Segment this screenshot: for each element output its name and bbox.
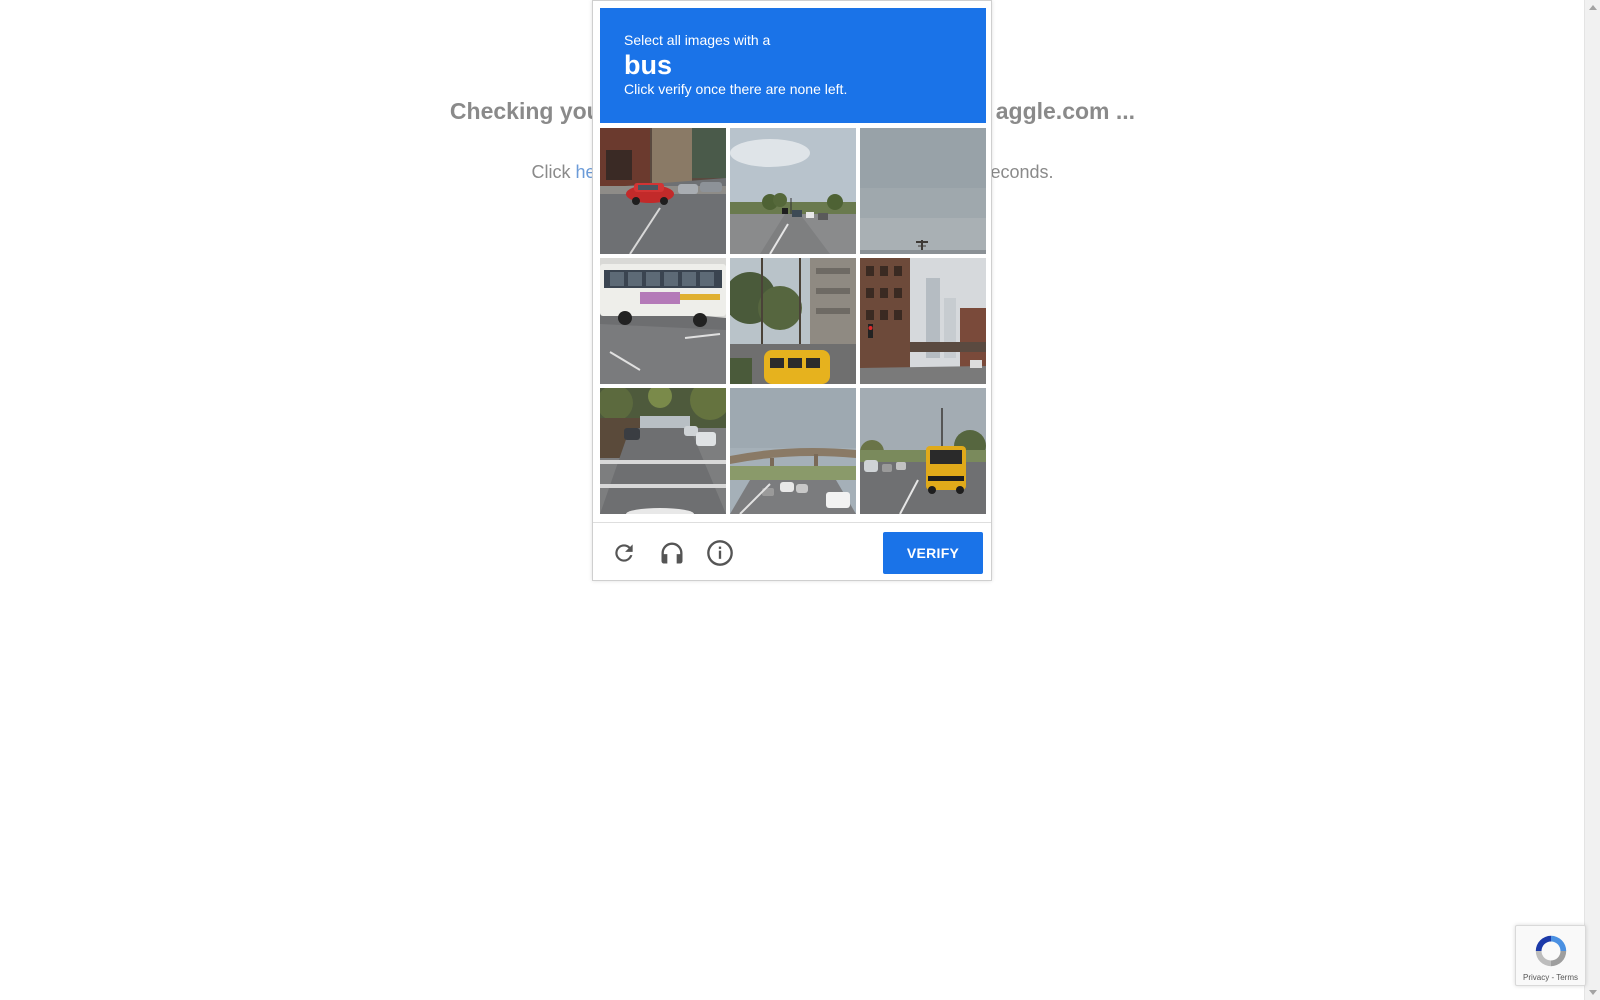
image-tile[interactable]: [600, 388, 726, 514]
info-icon[interactable]: [703, 536, 737, 570]
instruction-subtext: Click verify once there are none left.: [624, 81, 848, 97]
scroll-down-arrow[interactable]: [1585, 985, 1600, 1000]
badge-links: Privacy - Terms: [1516, 973, 1585, 982]
reload-icon[interactable]: [607, 536, 641, 570]
image-tile[interactable]: [730, 128, 856, 254]
background-heading-right: aggle.com ...: [995, 98, 1136, 124]
privacy-link[interactable]: Privacy: [1523, 973, 1549, 982]
image-tile[interactable]: [600, 258, 726, 384]
page: Checking you aggle.com ... Click he econds…: [0, 0, 1600, 1000]
background-heading-left: Checking you: [449, 98, 601, 124]
verify-button[interactable]: VERIFY: [883, 532, 983, 574]
vertical-scrollbar[interactable]: [1584, 0, 1600, 1000]
captcha-challenge: Select all images with a bus Click verif…: [592, 0, 992, 581]
image-tile[interactable]: [860, 258, 986, 384]
target-keyword: bus: [624, 50, 673, 80]
image-tile[interactable]: [730, 388, 856, 514]
challenge-footer: VERIFY: [593, 522, 991, 580]
background-message-suffix: econds.: [990, 162, 1054, 182]
headphones-icon[interactable]: [655, 536, 689, 570]
image-tile[interactable]: [730, 258, 856, 384]
terms-link[interactable]: Terms: [1556, 973, 1578, 982]
image-tile[interactable]: [600, 128, 726, 254]
image-grid: [600, 128, 986, 514]
background-message-prefix: Click: [531, 162, 576, 182]
instruction-line: Select all images with a: [624, 32, 771, 48]
scroll-up-arrow[interactable]: [1585, 0, 1600, 15]
challenge-header: Select all images with a bus Click verif…: [600, 8, 986, 123]
recaptcha-badge[interactable]: Privacy - Terms: [1515, 925, 1586, 986]
recaptcha-logo-icon: [1535, 935, 1567, 967]
image-tile[interactable]: [860, 388, 986, 514]
image-tile[interactable]: [860, 128, 986, 254]
